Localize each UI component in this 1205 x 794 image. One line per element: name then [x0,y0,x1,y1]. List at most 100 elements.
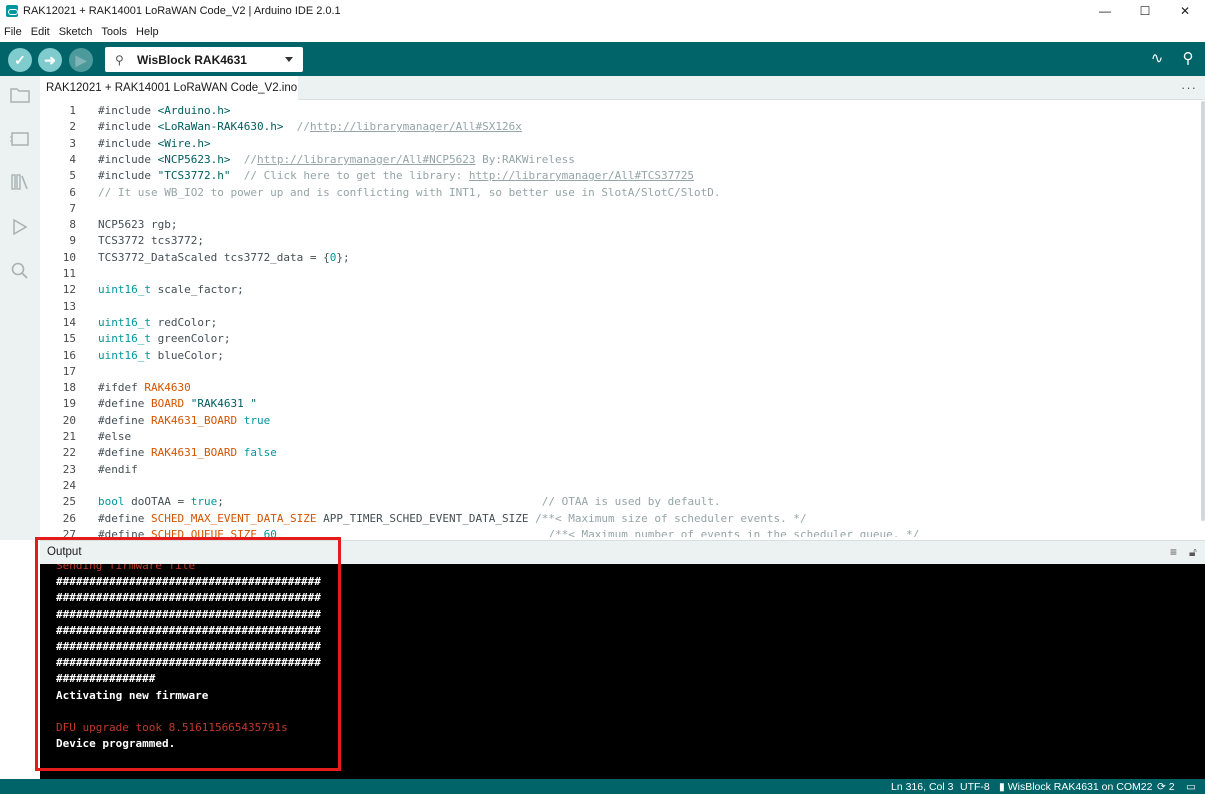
code-line[interactable]: 6 // It use WB_IO2 to power up and is con… [40,186,1200,202]
code-text: bool doOTAA = true; // OTAA is used by d… [98,495,721,508]
code-token: #include [98,169,158,183]
folder-icon[interactable] [9,86,31,108]
code-token: #else [98,430,132,443]
line-number: 25 [62,495,76,509]
code-line[interactable]: 2 #include <LoRaWan-RAK4630.h> //http://l… [40,120,1200,136]
code-line[interactable]: 24 [40,479,1200,495]
code-token: uint16_t [98,332,151,346]
code-token: greenColor; [150,332,231,346]
line-number: 7 [69,201,76,215]
line-number: 10 [62,250,76,264]
code-token: BOARD [150,397,185,411]
line-number: 19 [62,397,76,411]
code-token: "RAK4631 " [190,397,257,411]
code-line[interactable]: 22 #define RAK4631_BOARD false [40,446,1200,462]
code-line[interactable]: 26 #define SCHED_MAX_EVENT_DATA_SIZE APP_… [40,512,1200,528]
minimize-button[interactable]: — [1085,0,1125,22]
line-number: 9 [69,234,76,248]
board-selector[interactable]: ⚲ WisBlock RAK4631 [105,47,303,72]
code-line[interactable]: 19 #define BOARD "RAK4631 " [40,397,1200,413]
code-token: // [283,120,310,134]
line-number: 26 [62,511,76,525]
code-line[interactable]: 13 [40,300,1200,316]
search-icon[interactable] [9,262,31,284]
tab-sketch-file[interactable]: RAK12021 + RAK14001 LoRaWAN Code_V2.ino [40,76,298,100]
code-line[interactable]: 5 #include "TCS3772.h" // Click here to g… [40,169,1200,185]
line-number: 8 [69,218,76,232]
debug-panel-icon[interactable] [9,218,31,240]
code-token: uint16_t [98,283,151,297]
window-title: RAK12021 + RAK14001 LoRaWAN Code_V2 | Ar… [23,5,341,17]
code-line[interactable]: 7 [40,202,1200,218]
menu-sketch[interactable]: Sketch [55,26,98,38]
code-link[interactable]: http://librarymanager/All#NCP5623 [257,153,476,166]
upload-button[interactable]: ➜ [38,48,62,72]
code-token: APP_TIMER_SCHED_EVENT_DATA_SIZE [316,511,536,525]
code-line[interactable]: 17 [40,365,1200,381]
toggle-panel-icon[interactable]: ▭ [1186,781,1196,793]
serial-plotter-icon: ∿ [1150,50,1164,67]
line-number: 21 [62,430,76,443]
code-token: // [230,152,257,166]
code-line[interactable]: 20 #define RAK4631_BOARD true [40,414,1200,430]
code-line[interactable]: 27 #define SCHED_QUEUE_SIZE 60 /**< Maxim… [40,528,1200,537]
code-line[interactable]: 25 bool doOTAA = true; // OTAA is used by… [40,495,1200,511]
code-line[interactable]: 10 TCS3772_DataScaled tcs3772_data = {0}; [40,251,1200,267]
code-line[interactable]: 9 TCS3772 tcs3772; [40,234,1200,250]
notification-icon: ⟳ [1157,781,1166,793]
arduino-ide-window: RAK12021 + RAK14001 LoRaWAN Code_V2 | Ar… [0,0,1205,794]
verify-button[interactable]: ✓ [8,48,32,72]
scroll-lock-icon[interactable]: 🔓︎ [1189,545,1197,560]
code-line[interactable]: 21 #else [40,430,1200,446]
code-token: "TCS3772.h" [157,169,231,183]
code-line[interactable]: 16 uint16_t blueColor; [40,349,1200,365]
menu-help[interactable]: Help [132,26,164,38]
board-chip-icon: ▮ [999,781,1005,793]
code-line[interactable]: 14 uint16_t redColor; [40,316,1200,332]
code-token: ; [217,495,542,509]
menu-file[interactable]: File [0,26,27,38]
encoding[interactable]: UTF-8 [960,781,990,793]
serial-monitor-button[interactable]: ⚲ [1178,50,1198,68]
code-line[interactable]: 23 #endif [40,463,1200,479]
code-token: RAK4630 [144,381,191,395]
code-line[interactable]: 8 NCP5623 rgb; [40,218,1200,234]
code-line[interactable]: 11 [40,267,1200,283]
editor-scrollbar[interactable] [1201,101,1205,521]
cursor-position[interactable]: Ln 316, Col 3 [891,781,953,793]
code-link[interactable]: http://librarymanager/All#TCS37725 [469,169,694,182]
board-port[interactable]: ▮ WisBlock RAK4631 on COM22 [999,781,1152,793]
more-actions-icon[interactable]: ··· [1181,80,1197,95]
clear-output-icon[interactable]: ≡ [1170,545,1177,559]
close-button[interactable]: ✕ [1165,0,1205,22]
code-text: // It use WB_IO2 to power up and is conf… [98,186,721,199]
library-manager-icon[interactable] [9,173,31,195]
board-name: WisBlock RAK4631 [137,52,247,67]
serial-plotter-button[interactable]: ∿ [1147,50,1167,68]
code-line[interactable]: 4 #include <NCP5623.h> //http://libraryma… [40,153,1200,169]
serial-monitor-icon: ⚲ [1182,50,1194,67]
line-number: 1 [69,104,76,117]
debug-button[interactable]: ▶ [69,48,93,72]
code-line[interactable]: 12 uint16_t scale_factor; [40,283,1200,299]
line-number: 15 [62,332,76,346]
code-text: #define BOARD "RAK4631 " [98,397,257,410]
code-line[interactable]: 3 #include <Wire.h> [40,137,1200,153]
code-token: SCHED_QUEUE_SIZE [150,527,257,537]
menu-tools[interactable]: Tools [97,26,132,38]
usb-icon: ⚲ [115,52,124,67]
code-token: By:RAKWireless [475,152,575,166]
code-line[interactable]: 1 #include <Arduino.h> [40,104,1200,120]
code-editor[interactable]: 1 #include <Arduino.h> 2 #include <LoRaWan-… [40,101,1205,537]
code-link[interactable]: http://librarymanager/All#SX126x [310,120,522,133]
notifications[interactable]: ⟳ 2 [1157,781,1175,793]
code-token: TCS3772 tcs3772; [98,234,204,248]
boards-manager-icon[interactable] [9,130,31,152]
code-text: NCP5623 rgb; [98,218,177,231]
maximize-button[interactable]: ☐ [1125,0,1165,22]
line-number: 13 [62,299,76,313]
line-number: 24 [62,478,76,492]
code-line[interactable]: 15 uint16_t greenColor; [40,332,1200,348]
code-line[interactable]: 18 #ifdef RAK4630 [40,381,1200,397]
menu-edit[interactable]: Edit [27,26,55,38]
